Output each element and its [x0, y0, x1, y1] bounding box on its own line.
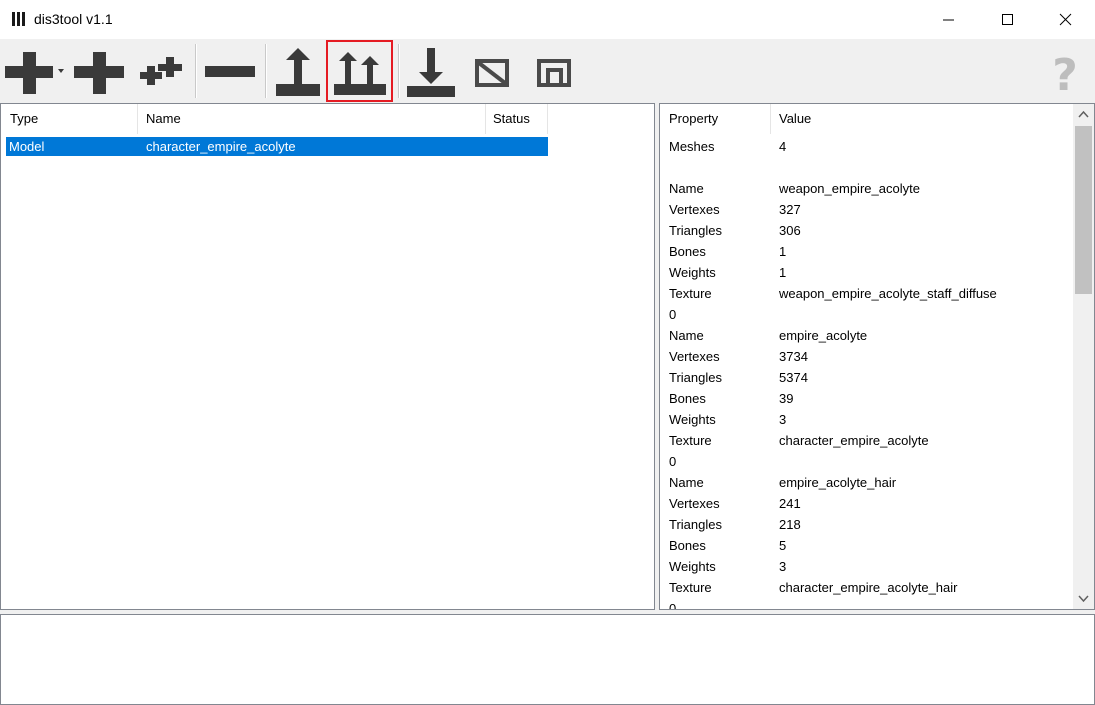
- scroll-down-button[interactable]: [1073, 588, 1094, 609]
- plus-small-icon: [140, 57, 182, 85]
- property-key: Texture 0: [669, 580, 712, 610]
- property-value: 3734: [779, 349, 808, 364]
- property-key: Name: [669, 181, 704, 196]
- remove-button[interactable]: [200, 40, 260, 102]
- property-key: Texture 0: [669, 286, 712, 322]
- property-value: 39: [779, 391, 794, 406]
- property-value: character_empire_acolyte: [779, 433, 929, 448]
- property-value: weapon_empire_acolyte: [779, 181, 920, 196]
- property-key: Triangles: [669, 370, 722, 385]
- table-row[interactable]: Model character_empire_acolyte: [6, 137, 548, 156]
- property-key: Weights: [669, 559, 716, 574]
- property-value: 3: [779, 412, 787, 427]
- row-type: Model: [9, 139, 45, 154]
- property-value: 1: [779, 244, 787, 259]
- column-header-name[interactable]: Name: [146, 104, 181, 134]
- property-value: 3: [779, 559, 787, 574]
- close-button[interactable]: [1037, 0, 1095, 39]
- column-header-property[interactable]: Property: [669, 104, 718, 134]
- minimize-button[interactable]: [920, 0, 978, 39]
- property-key: Triangles: [669, 517, 722, 532]
- export-all-button[interactable]: [326, 40, 393, 102]
- log-panel[interactable]: [0, 614, 1095, 705]
- property-value: 327: [779, 202, 801, 217]
- app-icon: [11, 11, 27, 27]
- column-header-value[interactable]: Value: [779, 104, 811, 134]
- maximize-button[interactable]: [979, 0, 1037, 39]
- add-multiple-button[interactable]: [132, 40, 190, 102]
- clear-button[interactable]: [464, 40, 522, 102]
- property-key: Bones: [669, 538, 706, 553]
- export-up-icon: [276, 48, 320, 96]
- window-title: dis3tool v1.1: [34, 11, 113, 27]
- property-key: Meshes: [669, 139, 715, 154]
- property-key: Name: [669, 475, 704, 490]
- export-button[interactable]: [272, 40, 324, 102]
- question-icon: ?: [1052, 50, 1078, 101]
- scroll-thumb[interactable]: [1075, 126, 1092, 294]
- properties-panel[interactable]: Property Value Meshes 4 Name weapon_empire_…: [659, 103, 1095, 610]
- save-button[interactable]: [526, 40, 584, 102]
- property-value: 5: [779, 538, 787, 553]
- property-value: 4: [779, 139, 787, 154]
- property-value: character_empire_acolyte_hair: [779, 580, 958, 595]
- chevron-up-icon: [1078, 110, 1089, 118]
- property-value: 5374: [779, 370, 808, 385]
- property-key: Weights: [669, 412, 716, 427]
- property-value: 218: [779, 517, 801, 532]
- property-value: 241: [779, 496, 801, 511]
- toolbar: ?: [0, 40, 1095, 102]
- column-header-type[interactable]: Type: [10, 104, 38, 134]
- column-header-status[interactable]: Status: [493, 104, 530, 134]
- property-key: Name: [669, 328, 704, 343]
- property-value: empire_acolyte_hair: [779, 475, 897, 490]
- property-value: weapon_empire_acolyte_staff_diffuse: [779, 286, 997, 301]
- file-list[interactable]: Type Name Status Model character_empire_…: [0, 103, 655, 610]
- svg-text:?: ?: [1052, 50, 1078, 101]
- import-button[interactable]: [403, 40, 459, 102]
- export-all-icon: [334, 52, 386, 95]
- property-value: empire_acolyte: [779, 328, 868, 343]
- chevron-down-icon: [1078, 595, 1089, 603]
- add-dropdown-button[interactable]: [2, 40, 66, 102]
- property-key: Triangles: [669, 223, 722, 238]
- add-button[interactable]: [70, 40, 128, 102]
- property-key: Texture 0: [669, 433, 712, 469]
- scroll-up-button[interactable]: [1073, 104, 1094, 125]
- clear-box-icon: [475, 59, 509, 87]
- property-value: 306: [779, 223, 801, 238]
- property-key: Bones: [669, 244, 706, 259]
- row-name: character_empire_acolyte: [146, 139, 296, 154]
- property-value: 1: [779, 265, 787, 280]
- properties-scrollbar[interactable]: [1073, 104, 1094, 609]
- title-bar: dis3tool v1.1: [0, 0, 1095, 40]
- property-key: Bones: [669, 391, 706, 406]
- minimize-icon: [943, 19, 954, 21]
- minus-icon: [205, 66, 255, 77]
- property-key: Vertexes: [669, 202, 720, 217]
- close-icon: [1059, 13, 1072, 26]
- property-key: Vertexes: [669, 496, 720, 511]
- plus-icon: [74, 52, 124, 94]
- property-key: Vertexes: [669, 349, 720, 364]
- plus-dropdown-icon: [5, 52, 64, 94]
- maximize-icon: [1002, 14, 1013, 25]
- import-down-icon: [407, 48, 455, 97]
- save-box-icon: [537, 59, 571, 87]
- help-button[interactable]: ?: [1040, 40, 1090, 102]
- property-key: Weights: [669, 265, 716, 280]
